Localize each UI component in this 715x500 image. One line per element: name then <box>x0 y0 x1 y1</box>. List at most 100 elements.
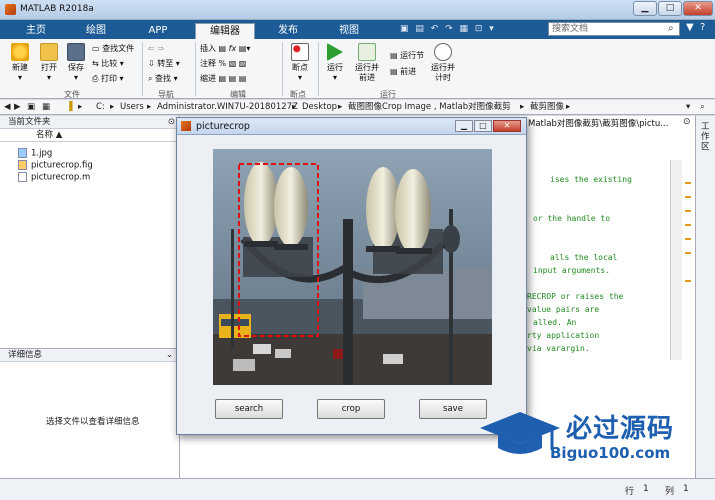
floppy-icon <box>67 43 85 61</box>
forward-icon[interactable]: ▶ <box>14 100 21 114</box>
save-button[interactable]: save <box>419 399 487 419</box>
code-line: value pairs are <box>527 305 600 314</box>
tab-apps[interactable]: APP <box>132 23 184 39</box>
run-advance-icon <box>358 43 376 61</box>
run-and-time-button[interactable]: 运行并 计时 <box>428 43 458 83</box>
close-button[interactable]: ✕ <box>683 1 713 16</box>
addr-part-admin[interactable]: Administrator.WIN7U-20180127Z <box>157 100 298 114</box>
find-button[interactable]: ⌕ 查找 ▾ <box>148 73 178 84</box>
figure-minimize-button[interactable]: ▁ <box>455 120 473 132</box>
figure-maximize-button[interactable]: □ <box>474 120 492 132</box>
tab-plots[interactable]: 绘图 <box>70 23 122 39</box>
print-button[interactable]: ⎙ 打印 ▾ <box>92 73 124 84</box>
group-breakpoint-label: 断点 <box>290 90 306 99</box>
code-analyzer-bar[interactable] <box>683 160 693 360</box>
group-nav-label: 导航 <box>158 90 174 99</box>
addr-part-drive[interactable]: C: <box>96 100 105 114</box>
addr-sep: ▸ <box>110 102 115 112</box>
minimize-button[interactable]: ▁ <box>633 1 657 16</box>
watermark-logo: 必过源码 Biguo100.com <box>480 408 690 468</box>
current-folder-pane: 当前文件夹 ⊙ 名称 ▲ 1.jpg picturecrop.fig pictur… <box>0 116 180 348</box>
addr-part-desktop[interactable]: Desktop <box>302 100 337 114</box>
m-file-icon <box>18 172 27 182</box>
fig-file-icon <box>18 160 27 170</box>
pane-menu-icon[interactable]: ⊙ <box>168 116 175 128</box>
quick-access-toolbar[interactable]: ▣ ▤ ↶ ↷ ▦ ⊡ ▾ <box>400 24 496 34</box>
open-button[interactable]: 打开 ▾ <box>36 43 62 83</box>
run-and-advance-button[interactable]: 运行并 前进 <box>352 43 382 83</box>
figure-icon <box>181 121 191 131</box>
divider <box>318 42 319 96</box>
indent-button[interactable]: 缩进 ▤ ▤ ▤ <box>200 73 246 84</box>
figure-title-bar[interactable]: picturecrop ▁ □ ✕ <box>177 118 526 135</box>
goto-button[interactable]: ⇩ 转至 ▾ <box>148 58 180 69</box>
title-bar: MATLAB R2018a ▁ □ ✕ <box>0 0 715 20</box>
figure-window[interactable]: picturecrop ▁ □ ✕ search crop save <box>176 117 527 435</box>
drive-icon: ▐ <box>66 102 73 112</box>
find-files-button[interactable]: ▭ 查找文件 <box>92 43 134 54</box>
address-dropdown-icon[interactable]: ▾ <box>686 100 690 114</box>
addr-part-users[interactable]: Users <box>120 100 144 114</box>
new-icon <box>11 43 29 61</box>
back-icon[interactable]: ◀ <box>4 100 11 114</box>
search-icon[interactable]: ⌕ <box>668 23 674 34</box>
current-folder-header: 当前文件夹 ⊙ <box>0 116 179 129</box>
addr-sep: ▸ <box>338 102 343 112</box>
group-file-label: 文件 <box>64 90 80 99</box>
advance-button[interactable]: ▤ 前进 <box>390 66 416 77</box>
editor-scrollbar[interactable] <box>670 160 682 360</box>
tab-view[interactable]: 视图 <box>323 23 375 39</box>
crop-button[interactable]: crop <box>317 399 385 419</box>
code-line: input arguments. <box>533 266 611 275</box>
addr-sep: ▸ <box>566 102 571 112</box>
column-header-name[interactable]: 名称 ▲ <box>0 129 179 142</box>
search-button[interactable]: search <box>215 399 283 419</box>
addr-part-crop[interactable]: 截剪图像 <box>530 100 564 114</box>
code-line: alled. An <box>533 318 577 327</box>
compare-button[interactable]: ⇆ 比较 ▾ <box>92 58 124 69</box>
photo-street-lamps <box>213 149 492 385</box>
editor-close-icon[interactable]: ⊙ <box>683 117 691 127</box>
maximize-button[interactable]: □ <box>658 1 682 16</box>
details-header[interactable]: 详细信息 ⌄ <box>0 349 179 362</box>
nav-arrows[interactable]: ⇐ ⇒ <box>148 43 164 54</box>
expand-icon[interactable]: ▼ <box>686 22 694 33</box>
code-line: via varargin. <box>527 344 590 353</box>
watermark-url: Biguo100.com <box>550 444 671 462</box>
tab-home[interactable]: 主页 <box>10 23 62 39</box>
run-icon <box>327 43 343 61</box>
figure-close-button[interactable]: ✕ <box>493 120 521 132</box>
file-item[interactable]: picturecrop.fig <box>18 160 93 171</box>
insert-button[interactable]: 插入 ▤ fx ▤▾ <box>200 43 250 54</box>
code-line: or the handle to <box>533 214 611 223</box>
run-section-button[interactable]: ▤ 运行节 <box>390 50 424 61</box>
comment-button[interactable]: 注释 % ▧ ▨ <box>200 58 246 69</box>
tab-editor[interactable]: 编辑器 <box>195 23 255 39</box>
image-file-icon <box>18 148 27 158</box>
workspace-strip[interactable]: 工作区 <box>695 116 715 478</box>
expand-toggle-icon[interactable]: ⌄ <box>166 349 173 361</box>
group-edit-label: 编辑 <box>230 90 246 99</box>
browse-icon[interactable]: ▦ <box>42 100 50 114</box>
addr-part-project[interactable]: 截图图像Crop Image , Matlab对图像截剪 <box>348 100 511 114</box>
folder-icon <box>40 43 58 61</box>
timer-icon <box>434 43 452 61</box>
save-button[interactable]: 保存 ▾ <box>64 43 88 83</box>
matlab-logo-icon <box>5 4 16 15</box>
breakpoints-button[interactable]: 断点 ▾ <box>286 43 314 83</box>
address-bar[interactable]: ◀ ▶ ▣ ▦ ▐ ▸ C: ▸ Users ▸ Administrator.W… <box>0 100 715 115</box>
addr-sep: ▸ <box>292 102 297 112</box>
addr-sep: ▸ <box>147 102 152 112</box>
watermark-text: 必过源码 <box>566 414 675 444</box>
workspace-label: 工作区 <box>701 122 710 152</box>
folder-search-icon[interactable]: ⌕ <box>700 100 705 114</box>
tab-publish[interactable]: 发布 <box>262 23 314 39</box>
up-folder-icon[interactable]: ▣ <box>27 100 35 114</box>
new-button[interactable]: 新建 ▾ <box>6 43 34 83</box>
help-icon[interactable]: ? <box>700 22 705 33</box>
file-item[interactable]: picturecrop.m <box>18 172 90 183</box>
run-button[interactable]: 运行 ▾ <box>322 43 348 83</box>
file-item[interactable]: 1.jpg <box>18 148 52 159</box>
image-axes[interactable] <box>213 149 492 385</box>
search-input[interactable]: 搜索文档 <box>548 22 680 36</box>
